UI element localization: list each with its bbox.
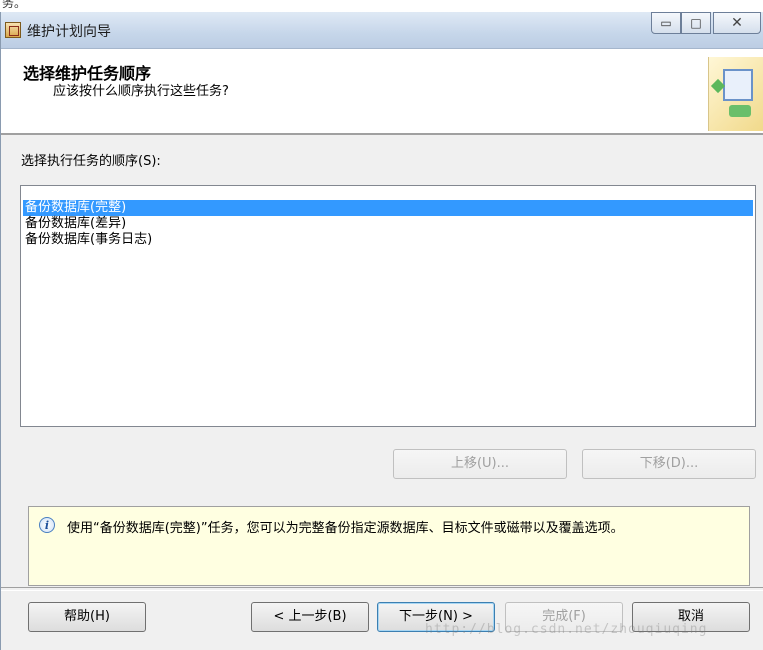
maximize-button[interactable]: □ [681,12,711,34]
move-down-button[interactable]: 下移(D)... [582,449,756,479]
list-item[interactable]: 备份数据库(完整) [23,200,753,216]
info-icon: i [39,517,55,533]
watermark: http://blog.csdn.net/zhouqiuqing [425,622,708,637]
info-text: 使用“备份数据库(完整)”任务，您可以为完整备份指定源数据库、目标文件或磁带以及… [67,521,624,536]
minimize-button[interactable]: ▭ [651,12,681,34]
task-order-label: 选择执行任务的顺序(S): [21,154,161,169]
wizard-window: 维护计划向导 ▭ □ ✕ 选择维护任务顺序 应该按什么顺序执行这些任务? 选择执… [0,12,763,650]
window-title: 维护计划向导 [27,24,111,40]
top-text: 务。 [2,0,27,10]
wizard-header: 选择维护任务顺序 应该按什么顺序执行这些任务? [1,49,763,135]
info-panel: i 使用“备份数据库(完整)”任务，您可以为完整备份指定源数据库、目标文件或磁带… [28,506,750,586]
move-up-button[interactable]: 上移(U)... [393,449,567,479]
close-button[interactable]: ✕ [713,12,761,34]
page-subtitle: 应该按什么顺序执行这些任务? [53,84,229,99]
task-order-listbox[interactable]: 备份数据库(完整) 备份数据库(差异) 备份数据库(事务日志) [20,185,756,427]
footer-separator [1,587,763,591]
app-icon [5,22,21,38]
list-item[interactable]: 备份数据库(事务日志) [23,232,753,248]
back-button[interactable]: < 上一步(B) [251,602,369,632]
top-strip: 务。 [0,0,763,12]
help-button[interactable]: 帮助(H) [28,602,146,632]
title-bar: 维护计划向导 ▭ □ ✕ [1,12,763,49]
bar-icon [729,105,751,117]
document-icon [723,69,753,101]
wizard-banner-icon [708,57,763,131]
list-item[interactable]: 备份数据库(差异) [23,216,753,232]
